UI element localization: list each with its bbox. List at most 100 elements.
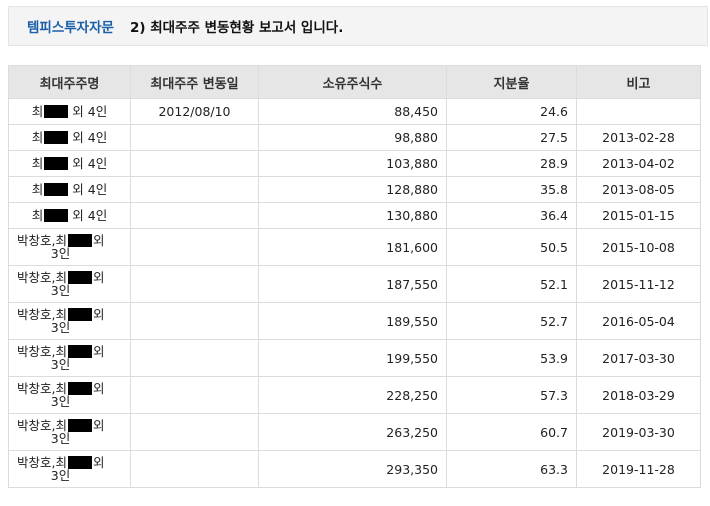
holder-name: 박창호,최 외 3인: [17, 308, 122, 334]
holder-name-line2: 3인: [50, 394, 71, 409]
holder-name-suffix: 외: [92, 307, 105, 322]
shares-cell: 98,880: [258, 124, 447, 151]
shares-cell: 130,880: [258, 202, 447, 229]
holder-name-prefix: 최: [31, 156, 44, 171]
holder-cell: 박창호,최 외 3인: [8, 265, 131, 303]
shares-cell: 187,550: [258, 265, 447, 303]
holder-name-line2: 3인: [50, 283, 71, 298]
note-cell: 2015-10-08: [576, 228, 701, 266]
holder-cell: 박창호,최 외 3인: [8, 413, 131, 451]
holder-name: 박창호,최 외 3인: [17, 382, 122, 408]
holder-cell: 최 외 4인: [8, 202, 131, 229]
ratio-cell: 60.7: [446, 413, 577, 451]
holder-name-prefix: 최: [31, 104, 44, 119]
holder-cell: 최 외 4인: [8, 150, 131, 177]
change-date-cell: [130, 450, 259, 488]
holder-name-suffix: 외: [92, 344, 105, 359]
holder-name-suffix: 외 4인: [72, 104, 108, 119]
holder-name-suffix: 외: [92, 418, 105, 433]
company-name[interactable]: 템피스투자자문: [27, 16, 114, 36]
table-row: 박창호,최 외 3인 187,550 52.1 2015-11-12: [8, 265, 701, 303]
table-row: 박창호,최 외 3인 228,250 57.3 2018-03-29: [8, 376, 701, 414]
shares-cell: 189,550: [258, 302, 447, 340]
holder-name-prefix: 최: [31, 208, 44, 223]
change-date-cell: [130, 202, 259, 229]
redacted-name-block: [67, 271, 92, 284]
holder-name-suffix: 외: [92, 270, 105, 285]
redacted-name-block: [67, 308, 92, 321]
shares-cell: 128,880: [258, 176, 447, 203]
table-row: 박창호,최 외 3인 293,350 63.3 2019-11-28: [8, 450, 701, 488]
holder-name: 박창호,최 외 3인: [17, 419, 122, 445]
redacted-name-block: [44, 105, 69, 118]
note-cell: 2019-11-28: [576, 450, 701, 488]
column-header-note: 비고: [576, 65, 701, 99]
holder-name: 최 외 4인: [17, 209, 122, 222]
ratio-cell: 28.9: [446, 150, 577, 177]
ratio-cell: 27.5: [446, 124, 577, 151]
ratio-cell: 35.8: [446, 176, 577, 203]
change-date-cell: 2012/08/10: [130, 98, 259, 125]
table-row: 최 외 4인 98,880 27.5 2013-02-28: [8, 124, 701, 151]
ratio-cell: 36.4: [446, 202, 577, 229]
holder-name-suffix: 외 4인: [72, 182, 108, 197]
change-date-cell: [130, 124, 259, 151]
column-header-change-date: 최대주주 변동일: [130, 65, 259, 99]
holder-cell: 최 외 4인: [8, 124, 131, 151]
table-row: 최 외 4인 2012/08/10 88,450 24.6: [8, 98, 701, 125]
holder-name: 최 외 4인: [17, 183, 122, 196]
shares-cell: 293,350: [258, 450, 447, 488]
shares-cell: 199,550: [258, 339, 447, 377]
note-cell: 2013-02-28: [576, 124, 701, 151]
shares-cell: 181,600: [258, 228, 447, 266]
table-row: 박창호,최 외 3인 189,550 52.7 2016-05-04: [8, 302, 701, 340]
holder-name-line2: 3인: [50, 357, 71, 372]
shares-cell: 88,450: [258, 98, 447, 125]
table-row: 최 외 4인 128,880 35.8 2013-08-05: [8, 176, 701, 203]
holder-name-suffix: 외 4인: [72, 130, 108, 145]
change-date-cell: [130, 413, 259, 451]
holder-cell: 박창호,최 외 3인: [8, 302, 131, 340]
change-date-cell: [130, 265, 259, 303]
ratio-cell: 53.9: [446, 339, 577, 377]
holder-name: 최 외 4인: [17, 157, 122, 170]
holder-name-line2: 3인: [50, 468, 71, 483]
redacted-name-block: [44, 157, 69, 170]
holder-cell: 박창호,최 외 3인: [8, 450, 131, 488]
change-date-cell: [130, 302, 259, 340]
holder-name-prefix: 최: [31, 182, 44, 197]
note-cell: 2015-11-12: [576, 265, 701, 303]
redacted-name-block: [44, 131, 69, 144]
redacted-name-block: [67, 345, 92, 358]
holder-name: 박창호,최 외 3인: [17, 234, 122, 260]
note-cell: 2013-08-05: [576, 176, 701, 203]
holder-cell: 박창호,최 외 3인: [8, 228, 131, 266]
table-row: 최 외 4인 103,880 28.9 2013-04-02: [8, 150, 701, 177]
holder-name-suffix: 외: [92, 381, 105, 396]
note-cell: [576, 98, 701, 125]
ratio-cell: 57.3: [446, 376, 577, 414]
holder-name: 박창호,최 외 3인: [17, 456, 122, 482]
note-cell: 2019-03-30: [576, 413, 701, 451]
shares-cell: 228,250: [258, 376, 447, 414]
holder-name-line2: 3인: [50, 246, 71, 261]
holder-name-line2: 3인: [50, 320, 71, 335]
table-body: 최외 4인 2012/08/10 88,450 24.6 최 외 4인 98,880 27.5…: [8, 98, 701, 488]
redacted-name-block: [67, 382, 92, 395]
redacted-name-block: [44, 183, 69, 196]
redacted-name-block: [67, 419, 92, 432]
note-cell: 2017-03-30: [576, 339, 701, 377]
table-row: 박창호,최 외 3인 181,600 50.5 2015-10-08: [8, 228, 701, 266]
note-cell: 2018-03-29: [576, 376, 701, 414]
holder-name-line2: 3인: [50, 431, 71, 446]
table-row: 박창호,최 외 3인 263,250 60.7 2019-03-30: [8, 413, 701, 451]
report-header: 템피스투자자문 2) 최대주주 변동현황 보고서 입니다.: [8, 6, 708, 46]
note-cell: 2016-05-04: [576, 302, 701, 340]
holder-name-prefix: 최: [31, 130, 44, 145]
column-header-ratio: 지분율: [446, 65, 577, 99]
holder-name: 박창호,최 외 3인: [17, 345, 122, 371]
ratio-cell: 52.7: [446, 302, 577, 340]
table-row: 박창호,최 외 3인 199,550 53.9 2017-03-30: [8, 339, 701, 377]
column-header-shares: 소유주식수: [258, 65, 447, 99]
redacted-name-block: [44, 209, 69, 222]
